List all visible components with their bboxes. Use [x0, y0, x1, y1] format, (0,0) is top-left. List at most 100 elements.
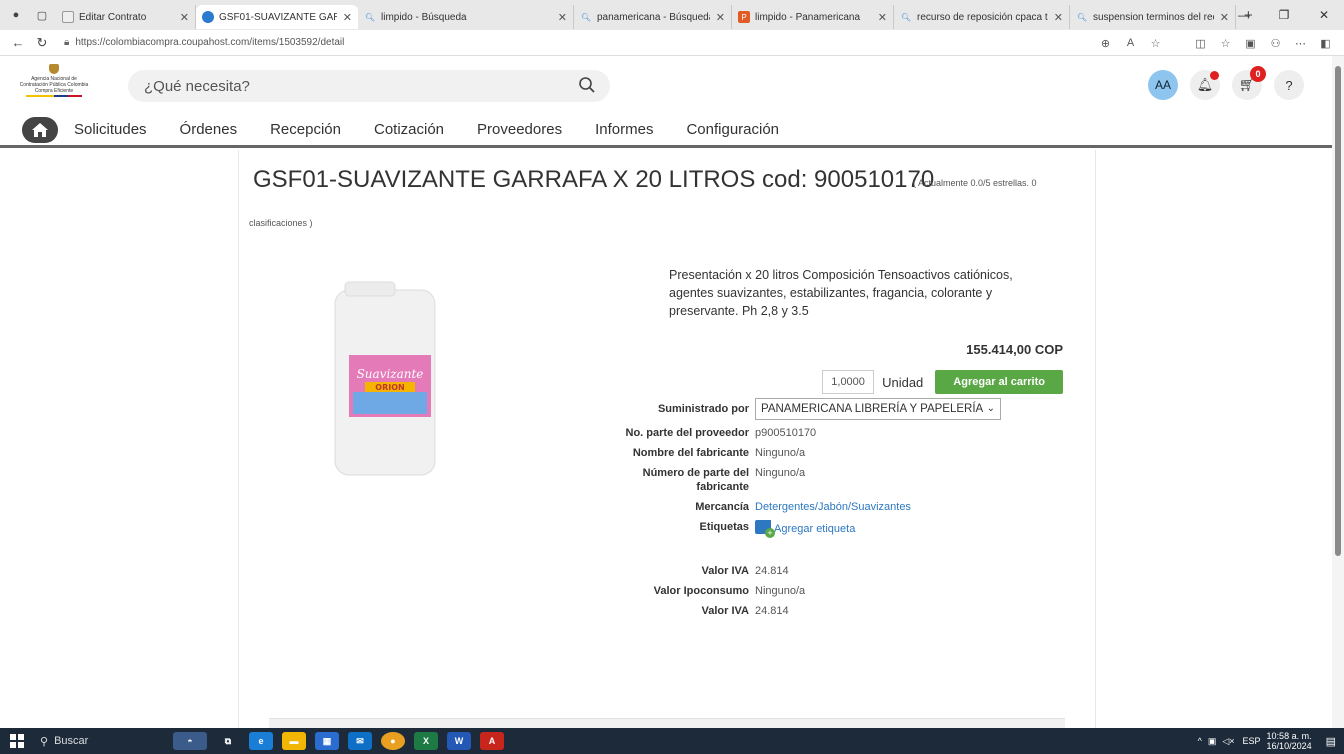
- tab-panamericana-busqueda[interactable]: 🔍︎ panamericana - Búsqueda ✕: [574, 5, 732, 29]
- quantity-input[interactable]: 1,0000: [822, 370, 875, 394]
- product-description: Presentación x 20 litros Composición Ten…: [669, 268, 1013, 318]
- address-bar: ← ↻ 🔒︎ https://colombiacompra.coupahost.…: [0, 30, 1344, 56]
- avatar[interactable]: AA: [1148, 70, 1178, 100]
- search-icon: 🔍︎: [364, 12, 376, 22]
- menu-informes[interactable]: Informes: [595, 121, 653, 138]
- search-icon: ⚲: [40, 735, 49, 748]
- windows-icon: [10, 734, 24, 748]
- url-field[interactable]: 🔒︎ https://colombiacompra.coupahost.com/…: [64, 37, 344, 48]
- favorite-star-icon[interactable]: ☆: [1143, 37, 1168, 50]
- favorites-icon[interactable]: ☆: [1213, 37, 1238, 50]
- excel-icon[interactable]: X: [414, 732, 438, 750]
- search-icon: 🔍︎: [1076, 12, 1088, 22]
- store-icon[interactable]: ▦: [315, 732, 339, 750]
- volume-icon[interactable]: ◁×: [1222, 736, 1234, 747]
- product-image[interactable]: Suavizante ORION: [325, 280, 445, 480]
- help-button[interactable]: ?: [1274, 70, 1304, 100]
- product-brand-text: ORION: [375, 383, 404, 392]
- taskbar-search[interactable]: ⚲ Buscar: [34, 728, 164, 754]
- product-detail-panel: GSF01-SUAVIZANTE GARRAFA X 20 LITROS cod…: [238, 150, 1096, 728]
- close-tab-icon[interactable]: ✕: [878, 11, 887, 24]
- unit-label: Unidad: [882, 374, 924, 390]
- system-tray: ^ ▣ ◁× ESP 10:58 a. m. 16/10/2024 ▤: [1197, 731, 1336, 751]
- coupa-icon: [202, 11, 214, 23]
- restore-icon[interactable]: ❐: [1264, 8, 1304, 22]
- read-aloud-icon[interactable]: A: [1118, 37, 1143, 49]
- word-icon[interactable]: W: [447, 732, 471, 750]
- profile-icon[interactable]: ●: [6, 5, 26, 25]
- search-input[interactable]: ¿Qué necesita?: [128, 70, 610, 102]
- close-tab-icon[interactable]: ✕: [180, 11, 189, 24]
- menu-ordenes[interactable]: Órdenes: [180, 121, 238, 138]
- zoom-icon[interactable]: ⊕: [1093, 37, 1118, 50]
- file-explorer-icon[interactable]: ▬: [282, 732, 306, 750]
- more-icon[interactable]: ⋯: [1288, 37, 1313, 50]
- minimize-icon[interactable]: —: [1224, 8, 1264, 22]
- browser-toolbar: ⊕ A ☆ ◫ ☆ ▣ ⚇ ⋯ ◧: [1093, 30, 1338, 56]
- collections-icon[interactable]: ▣: [1238, 37, 1263, 50]
- search-icon[interactable]: [578, 76, 596, 94]
- notification-dot: [1210, 71, 1219, 80]
- supplier-part-number: p900510170: [755, 427, 817, 439]
- rating-text-continued: clasificaciones ): [249, 218, 313, 228]
- main-content: GSF01-SUAVIZANTE GARRAFA X 20 LITROS cod…: [0, 150, 1344, 728]
- browser-tab-strip: ● ▢ Editar Contrato ✕ GSF01-SUAVIZANTE G…: [0, 0, 1344, 30]
- scrollbar-thumb[interactable]: [1335, 66, 1341, 556]
- add-tag-link[interactable]: Agregar etiqueta: [755, 520, 855, 538]
- taskbar: ⚲ Buscar ◓ ⧉ e ▬ ▦ ✉ ● X W A ^ ▣ ◁× ESP …: [0, 728, 1344, 754]
- refresh-icon[interactable]: ↻: [30, 35, 54, 51]
- clock[interactable]: 10:58 a. m. 16/10/2024: [1267, 731, 1312, 751]
- bell-icon: 🔔︎: [1196, 77, 1214, 92]
- add-to-cart-button[interactable]: Agregar al carrito: [935, 370, 1063, 394]
- split-screen-icon[interactable]: ◫: [1188, 37, 1213, 50]
- extensions-icon[interactable]: ⚇: [1263, 37, 1288, 50]
- menu-configuracion[interactable]: Configuración: [686, 121, 779, 138]
- tab-suspension-terminos[interactable]: 🔍︎ suspension terminos del recurs ✕: [1070, 5, 1236, 29]
- home-button[interactable]: [22, 116, 58, 143]
- show-hidden-icon[interactable]: ^: [1198, 736, 1202, 746]
- tab-limpido-busqueda[interactable]: 🔍︎ limpido - Búsqueda ✕: [358, 5, 574, 29]
- main-menu: Solicitudes Órdenes Recepción Cotización…: [0, 114, 1344, 148]
- close-tab-icon[interactable]: ✕: [343, 11, 352, 24]
- menu-solicitudes[interactable]: Solicitudes: [74, 121, 147, 138]
- close-tab-icon[interactable]: ✕: [558, 11, 567, 24]
- close-tab-icon[interactable]: ✕: [1054, 11, 1063, 24]
- tab-recurso-reposicion[interactable]: 🔍︎ recurso de reposición cpaca ter ✕: [894, 5, 1070, 29]
- app-header: Agencia Nacional de Contratación Pública…: [0, 56, 1344, 150]
- supplier-select[interactable]: PANAMERICANA LIBRERÍA Y PAPELERÍA ⌄: [755, 398, 1001, 420]
- start-button[interactable]: [0, 734, 34, 748]
- task-view-icon[interactable]: ⧉: [216, 732, 240, 750]
- notifications-button[interactable]: 🔔︎: [1190, 70, 1220, 100]
- menu-cotizacion[interactable]: Cotización: [374, 121, 444, 138]
- panamericana-icon: P: [738, 11, 750, 23]
- close-tab-icon[interactable]: ✕: [716, 11, 725, 24]
- page-scrollbar[interactable]: [1332, 56, 1344, 728]
- cart-count-badge: 0: [1250, 66, 1266, 82]
- tab-suavizante[interactable]: GSF01-SUAVIZANTE GARRAFA X ✕: [196, 5, 358, 29]
- network-icon[interactable]: ▣: [1208, 736, 1217, 747]
- mail-icon[interactable]: ✉: [348, 732, 372, 750]
- cart-button[interactable]: 🛒︎ 0: [1232, 66, 1266, 100]
- edge-icon[interactable]: e: [249, 732, 273, 750]
- tag-add-icon: [755, 520, 775, 538]
- commodity-link[interactable]: Detergentes/Jabón/Suavizantes: [755, 500, 911, 514]
- close-window-icon[interactable]: ✕: [1304, 8, 1344, 22]
- chrome-icon[interactable]: ●: [381, 732, 405, 750]
- acrobat-icon[interactable]: A: [480, 732, 504, 750]
- workspaces-icon[interactable]: ▢: [32, 5, 52, 25]
- menu-proveedores[interactable]: Proveedores: [477, 121, 562, 138]
- back-icon[interactable]: ←: [6, 35, 30, 50]
- tab-editar-contrato[interactable]: Editar Contrato ✕: [56, 5, 196, 29]
- page-icon: [62, 11, 74, 23]
- news-widget-icon[interactable]: ◓: [173, 732, 207, 750]
- tab-limpido-panamericana[interactable]: P limpido - Panamericana ✕: [732, 5, 894, 29]
- menu-recepcion[interactable]: Recepción: [270, 121, 341, 138]
- add-to-cart-row: 1,0000 Unidad Agregar al carrito: [822, 370, 1063, 394]
- agency-logo[interactable]: Agencia Nacional de Contratación Pública…: [18, 64, 90, 104]
- search-icon: 🔍︎: [580, 12, 592, 22]
- manufacturer-name: Ninguno/a: [755, 447, 806, 459]
- rating-text: ( Actualmente 0.0/5 estrellas. 0: [913, 178, 1037, 188]
- sidebar-icon[interactable]: ◧: [1313, 37, 1338, 50]
- notifications-center-icon[interactable]: ▤: [1326, 735, 1336, 748]
- chevron-down-icon: ⌄: [986, 403, 995, 414]
